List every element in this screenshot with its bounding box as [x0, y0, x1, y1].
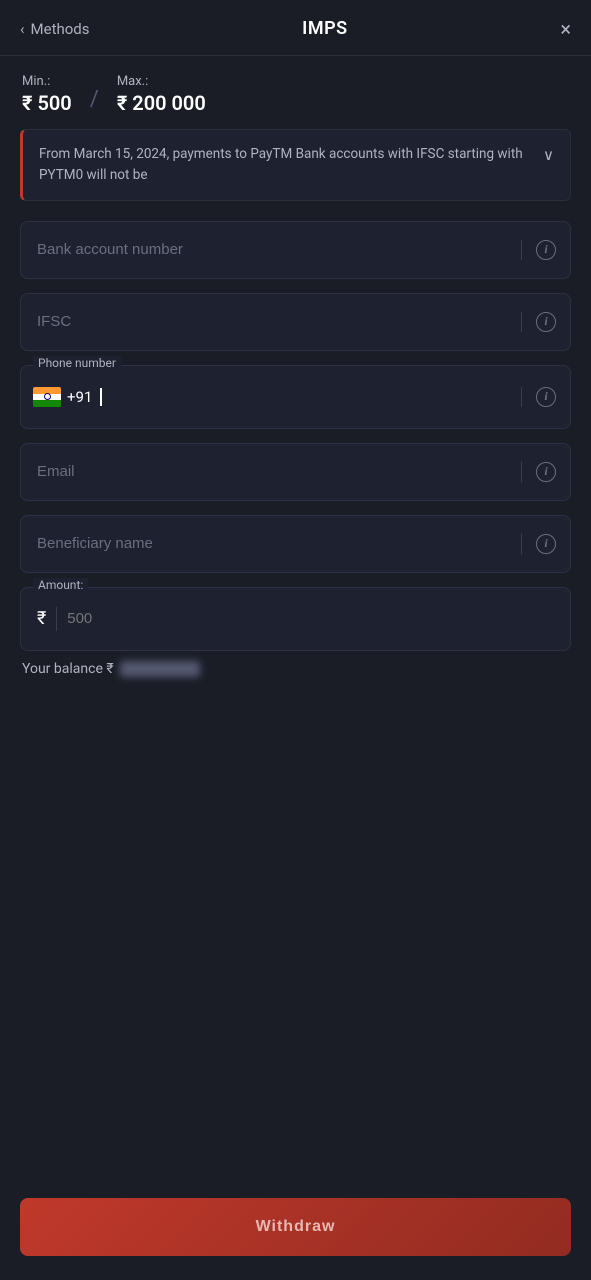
- max-value: ₹ 200 000: [117, 91, 206, 115]
- bank-account-info: i: [521, 240, 556, 260]
- amount-currency: ₹: [37, 608, 46, 629]
- min-label: Min.:: [22, 74, 72, 89]
- withdraw-button[interactable]: Withdraw: [20, 1198, 571, 1256]
- phone-inner: +91: [21, 366, 570, 428]
- min-value: ₹ 500: [22, 91, 72, 115]
- phone-cursor: [100, 388, 102, 406]
- bank-account-input[interactable]: [21, 222, 570, 278]
- phone-field[interactable]: Phone number +91 i: [20, 365, 571, 429]
- info-icon[interactable]: i: [536, 312, 556, 332]
- limits-row: Min.: ₹ 500 / Max.: ₹ 200 000: [0, 56, 591, 129]
- max-limit: Max.: ₹ 200 000: [117, 74, 206, 115]
- page-title: IMPS: [302, 18, 347, 39]
- ifsc-input[interactable]: [21, 294, 570, 350]
- notice-banner[interactable]: From March 15, 2024, payments to PayTM B…: [20, 129, 571, 201]
- back-label: Methods: [31, 20, 90, 38]
- amount-input[interactable]: [67, 610, 554, 627]
- email-info: i: [521, 462, 556, 482]
- info-icon[interactable]: i: [536, 462, 556, 482]
- balance-label: Your balance ₹: [22, 661, 114, 677]
- amount-divider: [56, 607, 57, 631]
- info-icon[interactable]: i: [536, 534, 556, 554]
- beneficiary-input[interactable]: [21, 516, 570, 572]
- india-flag-icon: [33, 387, 61, 407]
- back-button[interactable]: ‹ Methods: [20, 20, 90, 38]
- min-limit: Min.: ₹ 500: [22, 74, 72, 115]
- phone-code: +91: [67, 388, 92, 406]
- header: ‹ Methods IMPS ×: [0, 0, 591, 56]
- info-icon[interactable]: i: [536, 240, 556, 260]
- bank-account-field[interactable]: i: [20, 221, 571, 279]
- email-field[interactable]: i: [20, 443, 571, 501]
- limit-divider: /: [90, 87, 99, 112]
- amount-inner: ₹: [21, 588, 570, 650]
- ifsc-info: i: [521, 312, 556, 332]
- balance-value: [120, 661, 200, 677]
- max-label: Max.:: [117, 74, 206, 89]
- form: i i Phone number +91 i: [0, 221, 591, 651]
- notice-text: From March 15, 2024, payments to PayTM B…: [39, 144, 533, 186]
- close-button[interactable]: ×: [560, 19, 571, 39]
- withdraw-section: Withdraw: [0, 1182, 591, 1280]
- beneficiary-field[interactable]: i: [20, 515, 571, 573]
- phone-info: i: [521, 387, 556, 407]
- email-input[interactable]: [21, 444, 570, 500]
- back-icon: ‹: [20, 20, 25, 38]
- amount-field[interactable]: Amount: ₹: [20, 587, 571, 651]
- amount-label: Amount:: [33, 578, 88, 592]
- chevron-down-icon: ∨: [543, 146, 554, 164]
- ifsc-field[interactable]: i: [20, 293, 571, 351]
- info-icon[interactable]: i: [536, 387, 556, 407]
- beneficiary-info: i: [521, 534, 556, 554]
- phone-label: Phone number: [33, 356, 121, 370]
- balance-row: Your balance ₹: [0, 651, 591, 687]
